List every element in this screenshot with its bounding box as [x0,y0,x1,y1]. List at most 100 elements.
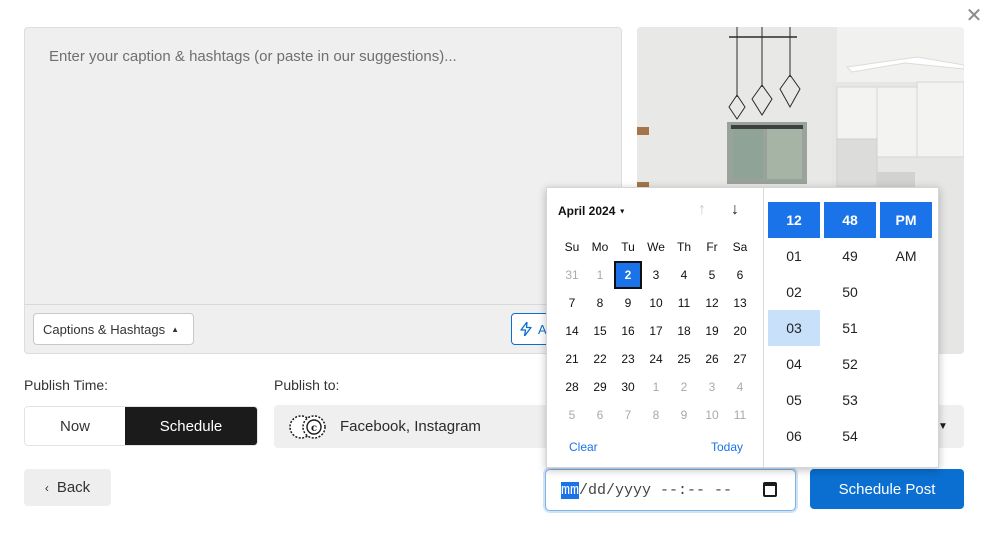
chevron-left-icon: ‹ [44,480,49,495]
period-column: PM AM [880,202,932,274]
clear-button[interactable]: Clear [569,440,598,454]
calendar-day[interactable]: 9 [614,289,642,317]
back-label: Back [56,479,91,496]
calendar-day[interactable]: 14 [558,317,586,345]
hour-option[interactable]: 01 [768,238,820,274]
hour-option[interactable]: 03 [768,310,820,346]
calendar-day[interactable]: 7 [558,289,586,317]
calendar-day[interactable]: 8 [642,401,670,429]
publish-now-option[interactable]: Now [25,407,125,445]
calendar-day[interactable]: 5 [558,401,586,429]
calendar-day[interactable]: 31 [558,261,586,289]
calendar-day[interactable]: 24 [642,345,670,373]
svg-text:c: c [311,423,317,434]
hour-option[interactable]: 02 [768,274,820,310]
calendar-day[interactable]: 5 [698,261,726,289]
hour-option[interactable]: 12 [768,202,820,238]
chevron-down-icon[interactable]: ▼ [938,421,948,432]
period-option[interactable]: PM [880,202,932,238]
calendar-day[interactable]: 11 [726,401,754,429]
weekday-header: Sa [732,240,748,254]
hour-column: 12 01 02 03 04 05 06 [768,202,820,454]
calendar-day[interactable]: 6 [586,401,614,429]
hour-option[interactable]: 06 [768,418,820,454]
calendar-day[interactable]: 6 [726,261,754,289]
calendar-day[interactable]: 9 [670,401,698,429]
calendar-day[interactable]: 8 [586,289,614,317]
calendar-day[interactable]: 1 [586,261,614,289]
lightning-icon [520,322,532,336]
calendar-day[interactable]: 2 [614,261,642,289]
publish-to-label: Publish to: [274,377,340,393]
calendar-day[interactable]: 22 [586,345,614,373]
weekday-header: Tu [621,240,635,254]
minute-option[interactable]: 52 [824,346,876,382]
calendar-day[interactable]: 10 [642,289,670,317]
minute-option[interactable]: 53 [824,382,876,418]
minute-option[interactable]: 51 [824,310,876,346]
minute-option[interactable]: 54 [824,418,876,454]
publish-to-value: Facebook, Instagram [340,418,481,435]
calendar-day[interactable]: 3 [698,373,726,401]
calendar-day[interactable]: 18 [670,317,698,345]
weekday-header: Fr [706,240,718,254]
schedule-post-button[interactable]: Schedule Post [810,469,964,509]
caret-down-icon: ▼ [618,208,626,216]
calendar-day[interactable]: 10 [698,401,726,429]
caption-editor[interactable]: Enter your caption & hashtags (or paste … [24,27,622,354]
calendar-day[interactable]: 4 [670,261,698,289]
calendar-day[interactable]: 12 [698,289,726,317]
calendar-day[interactable]: 20 [726,317,754,345]
minute-option[interactable]: 48 [824,202,876,238]
calendar-day[interactable]: 30 [614,373,642,401]
calendar-day[interactable]: 21 [558,345,586,373]
calendar-day[interactable]: 11 [670,289,698,317]
close-icon[interactable]: ✕ [964,6,984,26]
weekday-header: Th [676,240,691,254]
publish-schedule-option[interactable]: Schedule [125,407,257,445]
calendar-icon[interactable] [763,482,777,497]
hour-option[interactable]: 04 [768,346,820,382]
datetime-picker-popup: April 2024 ▼ ↑ ↓ Su Mo Tu We Th Fr Sa 31 1 2 3 4 5 6 7… [546,187,939,468]
previous-month-arrow-icon[interactable]: ↑ [698,201,706,219]
calendar-panel: April 2024 ▼ ↑ ↓ Su Mo Tu We Th Fr Sa 31 1 2 3 4 5 6 7… [547,188,764,467]
weekday-header: Mo [591,240,609,254]
ai-suggest-button[interactable]: A [511,313,551,345]
back-button[interactable]: ‹ Back [24,469,111,506]
calendar-day[interactable]: 25 [670,345,698,373]
calendar-day[interactable]: 27 [726,345,754,373]
calendar-day[interactable]: 3 [642,261,670,289]
datetime-month-segment[interactable]: mm [561,481,580,499]
minute-option[interactable]: 49 [824,238,876,274]
datetime-rest: /dd/yyyy --:-- -- [579,481,733,499]
calendar-day[interactable]: 2 [670,373,698,401]
next-month-arrow-icon[interactable]: ↓ [731,201,739,219]
calendar-day[interactable]: 1 [642,373,670,401]
minute-column: 48 49 50 51 52 53 54 [824,202,876,454]
calendar-day[interactable]: 7 [614,401,642,429]
captions-hashtags-dropdown[interactable]: Captions & Hashtags ▲ [33,313,194,345]
hour-option[interactable]: 05 [768,382,820,418]
period-option[interactable]: AM [880,238,932,274]
month-year-selector[interactable]: April 2024 ▼ [558,204,626,218]
calendar-day[interactable]: 19 [698,317,726,345]
calendar-day[interactable]: 4 [726,373,754,401]
calendar-day[interactable]: 26 [698,345,726,373]
today-button[interactable]: Today [711,440,743,454]
captions-dropdown-label: Captions & Hashtags [43,321,166,337]
calendar-day[interactable]: 29 [586,373,614,401]
calendar-day[interactable]: 28 [558,373,586,401]
caption-placeholder: Enter your caption & hashtags (or paste … [49,48,457,65]
calendar-day[interactable]: 17 [642,317,670,345]
publish-time-label: Publish Time: [24,377,109,393]
month-year-label: April 2024 [558,204,616,218]
weekday-header: We [647,240,665,254]
weekday-header: Su [564,240,580,254]
account-avatar-icon: c [289,414,326,439]
calendar-day[interactable]: 13 [726,289,754,317]
calendar-day[interactable]: 23 [614,345,642,373]
calendar-day[interactable]: 16 [614,317,642,345]
schedule-datetime-input[interactable]: mm/dd/yyyy --:-- -- [545,469,796,511]
calendar-day[interactable]: 15 [586,317,614,345]
minute-option[interactable]: 50 [824,274,876,310]
